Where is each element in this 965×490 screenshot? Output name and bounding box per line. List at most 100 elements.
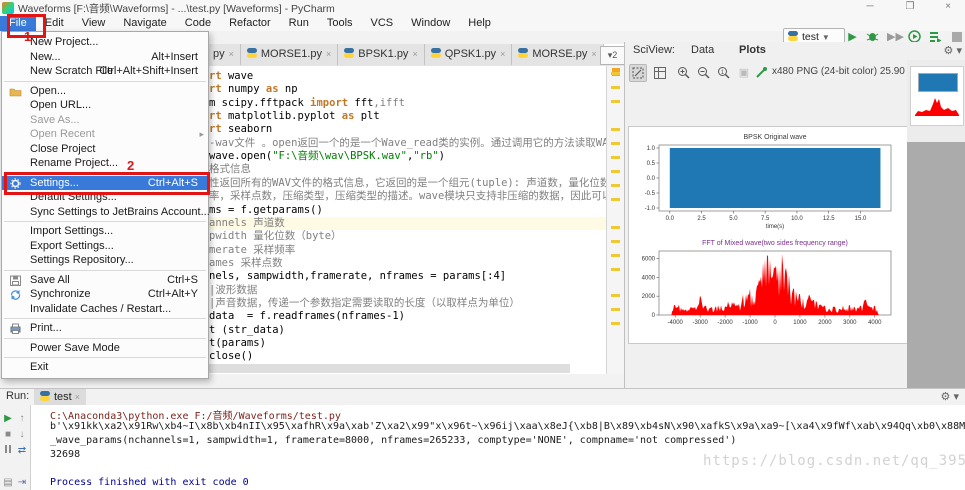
menu-item-default-settings[interactable]: Default Settings...	[2, 190, 208, 205]
menu-item-export-settings[interactable]: Export Settings...	[2, 239, 208, 254]
prev-occurrence-button[interactable]: ↑	[16, 413, 28, 425]
gear-icon	[10, 177, 21, 189]
menu-separator	[4, 357, 206, 358]
console-line: _wave_params(nchannels=1, sampwidth=1, f…	[50, 435, 737, 446]
code-line: data = f.readframes(nframes-1)	[209, 310, 405, 323]
close-icon[interactable]: ×	[500, 49, 505, 59]
gear-icon[interactable]: ⚙ ▾	[944, 44, 962, 57]
menubar-item-help[interactable]: Help	[459, 16, 500, 31]
close-button[interactable]: ×	[933, 0, 963, 14]
menubar-item-navigate[interactable]: Navigate	[114, 16, 175, 31]
warning-stripe-mark[interactable]	[611, 308, 620, 311]
warning-stripe-mark[interactable]	[611, 240, 620, 243]
warning-stripe-mark[interactable]	[611, 72, 620, 75]
pause-output-button[interactable]	[2, 445, 14, 457]
menu-item-settings-repository[interactable]: Settings Repository...	[2, 253, 208, 268]
menu-item-power-save-mode[interactable]: Power Save Mode	[2, 341, 208, 356]
menubar-item-tools[interactable]: Tools	[318, 16, 362, 31]
menu-item-invalidate-caches-restart[interactable]: Invalidate Caches / Restart...	[2, 302, 208, 317]
grid-button[interactable]	[651, 64, 669, 82]
run-console-output[interactable]: C:\Anaconda3\python.exe F:/音频/Waveforms/…	[50, 405, 965, 490]
menu-item-exit[interactable]: Exit	[2, 360, 208, 375]
restore-layout-button[interactable]: ▤	[2, 477, 14, 489]
tab-data[interactable]: Data	[687, 44, 718, 56]
menubar-item-run[interactable]: Run	[280, 16, 318, 31]
editor-tab-strip: py × MORSE1.py × BPSK1.py × QPSK1.py × MORSE.py ×…	[207, 44, 624, 67]
actual-size-button[interactable]: 1	[715, 64, 733, 82]
pycharm-logo-icon	[2, 2, 14, 14]
editor-tab-bpsk1-py[interactable]: BPSK1.py ×	[338, 44, 425, 65]
menu-item-new-scratch-file[interactable]: New Scratch File Ctrl+Alt+Shift+Insert	[2, 64, 208, 79]
warning-stripe-mark[interactable]	[611, 322, 620, 325]
fit-zoom-button[interactable]	[629, 64, 647, 82]
color-picker-button[interactable]	[753, 64, 771, 82]
warning-stripe-mark[interactable]	[611, 198, 620, 201]
close-icon[interactable]: ×	[75, 392, 80, 402]
svg-text:-4000: -4000	[668, 320, 684, 326]
menu-item-open[interactable]: Open...	[2, 84, 208, 99]
warning-stripe-mark[interactable]	[611, 156, 620, 159]
menubar-item-refactor[interactable]: Refactor	[220, 16, 280, 31]
code-line: merate 采样频率	[209, 243, 296, 256]
menu-item-print[interactable]: Print...	[2, 321, 208, 336]
warning-stripe-mark[interactable]	[611, 254, 620, 257]
gear-icon[interactable]: ⚙ ▾	[941, 390, 959, 403]
scroll-to-end-button[interactable]: ⇥	[16, 477, 28, 489]
editor-scrollbar-horizontal[interactable]	[207, 364, 570, 373]
svg-text:0.0: 0.0	[647, 176, 656, 182]
zoom-out-button[interactable]	[695, 64, 713, 82]
warning-stripe-mark[interactable]	[611, 128, 620, 131]
menu-item-sync-settings-to-jetbrains-account[interactable]: Sync Settings to JetBrains Account...	[2, 205, 210, 220]
editor-tab-qpsk1-py[interactable]: QPSK1.py ×	[424, 44, 513, 65]
stop-process-button[interactable]: ■	[2, 429, 14, 441]
warning-stripe-mark[interactable]	[611, 100, 620, 103]
svg-text:-3000: -3000	[692, 320, 708, 326]
menu-item-import-settings[interactable]: Import Settings...	[2, 224, 208, 239]
menubar-item-code[interactable]: Code	[176, 16, 220, 31]
menu-item-open-url[interactable]: Open URL...	[2, 98, 208, 113]
menu-item-close-project[interactable]: Close Project	[2, 142, 208, 157]
close-icon[interactable]: ×	[591, 49, 596, 59]
editor-tab-py[interactable]: py ×	[207, 44, 241, 65]
code-line: rt matplotlib.pyplot as plt	[209, 110, 380, 123]
run-tab-test[interactable]: test ×	[34, 389, 87, 405]
restore-button[interactable]: ❐	[895, 0, 925, 14]
close-icon[interactable]: ×	[229, 49, 234, 59]
menubar-item-view[interactable]: View	[73, 16, 115, 31]
menu-item-settings[interactable]: Settings... Ctrl+Alt+S	[2, 175, 208, 190]
menu-item-new[interactable]: New... Alt+Insert	[2, 50, 208, 65]
menubar-item-window[interactable]: Window	[402, 16, 459, 31]
menu-item-label: Open Recent	[30, 128, 95, 140]
next-occurrence-button[interactable]: ↓	[16, 429, 28, 441]
plot-thumbnail[interactable]	[910, 66, 964, 126]
menubar-item-vcs[interactable]: VCS	[362, 16, 403, 31]
warning-stripe-mark[interactable]	[611, 142, 620, 145]
sciview-panel: SciView: Data Plots ⚙ ▾ 1 ▣ x480 PNG (24…	[624, 42, 965, 388]
close-icon[interactable]: ×	[326, 49, 331, 59]
warning-stripe-mark[interactable]	[611, 294, 620, 297]
code-line: nels, sampwidth,framerate, nframes = par…	[209, 270, 507, 283]
tab-plots[interactable]: Plots	[735, 44, 770, 56]
menu-item-synchronize[interactable]: Synchronize Ctrl+Alt+Y	[2, 287, 208, 302]
code-editor[interactable]: rt wave rt numpy as np m scipy.fftpack imp…	[207, 66, 606, 374]
svg-text:1.0: 1.0	[647, 146, 656, 152]
svg-text:15.0: 15.0	[855, 216, 867, 222]
menu-item-rename-project[interactable]: Rename Project...	[2, 156, 208, 171]
warning-stripe-mark[interactable]	[611, 268, 620, 271]
hidden-tabs-button[interactable]: ▾2	[600, 46, 625, 65]
editor-error-stripe[interactable]	[606, 66, 626, 374]
rerun-button[interactable]: ▶	[2, 413, 14, 425]
warning-stripe-mark[interactable]	[611, 86, 620, 89]
editor-tab-morse1-py[interactable]: MORSE1.py ×	[240, 44, 339, 65]
warning-stripe-mark[interactable]	[611, 184, 620, 187]
editor-tab-morse-py[interactable]: MORSE.py ×	[512, 44, 604, 65]
warning-stripe-mark[interactable]	[611, 170, 620, 173]
warning-stripe-mark[interactable]	[611, 226, 620, 229]
run-header: Run: test × ⚙ ▾	[0, 389, 965, 405]
zoom-in-button[interactable]	[675, 64, 693, 82]
menu-item-save-all[interactable]: Save All Ctrl+S	[2, 273, 208, 288]
rerun-failed-button[interactable]: ⇄	[16, 445, 28, 457]
menu-item-label: Synchronize	[30, 288, 91, 300]
minimize-button[interactable]: ─	[855, 0, 885, 14]
close-icon[interactable]: ×	[412, 49, 417, 59]
